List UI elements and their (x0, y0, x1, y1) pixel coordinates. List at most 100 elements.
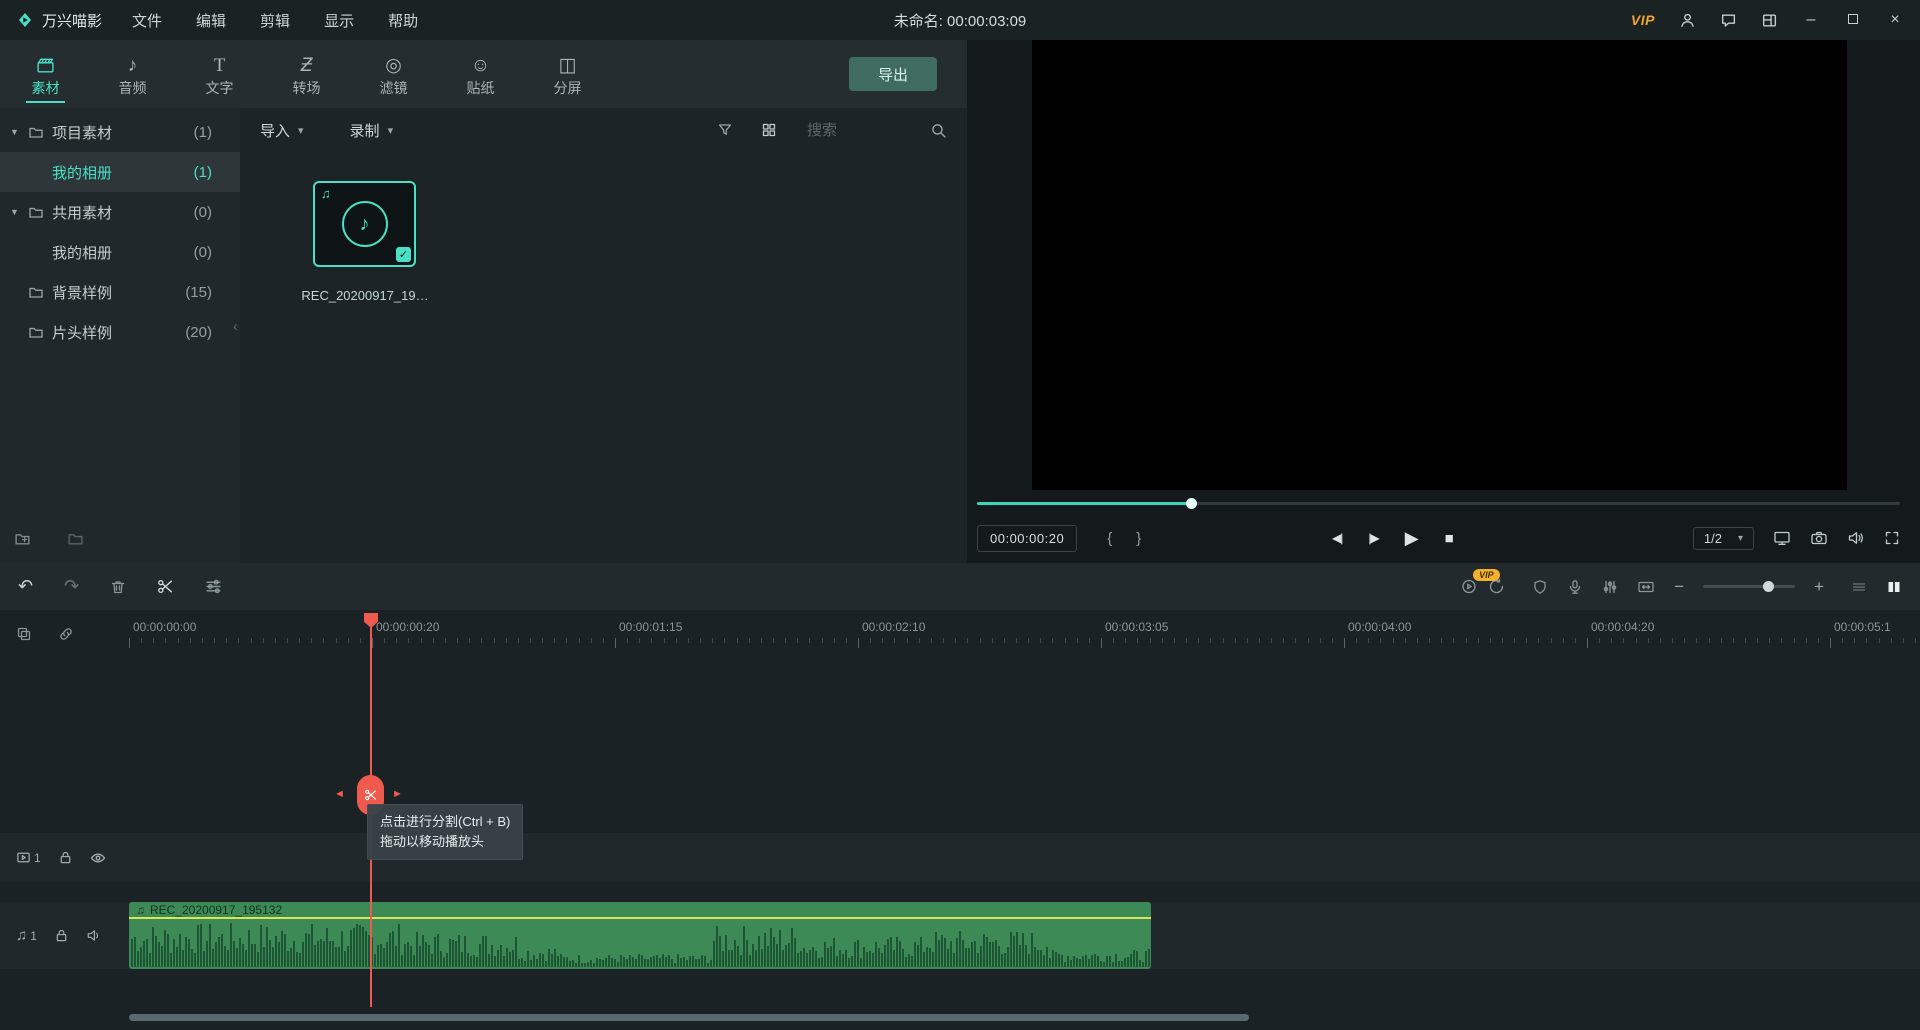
tree-expand-icon[interactable]: ▼ (10, 127, 28, 137)
ruler-tick (1684, 638, 1685, 643)
display-device-icon[interactable] (1773, 530, 1791, 546)
sidebar-item-intro-samples[interactable]: 片头样例 (20) (0, 312, 240, 352)
waveform-bar (167, 934, 169, 967)
close-button[interactable]: × (1886, 11, 1904, 29)
menu-view[interactable]: 显示 (324, 10, 354, 31)
account-icon[interactable] (1679, 12, 1696, 29)
mark-out-button[interactable]: } (1136, 530, 1141, 547)
snapshot-camera-icon[interactable] (1810, 530, 1828, 546)
tab-splitscreen[interactable]: ◫ 分屏 (524, 40, 611, 108)
waveform-bar (1010, 932, 1012, 967)
tab-transition[interactable]: Ƶ 转场 (263, 40, 350, 108)
lock-icon[interactable] (58, 850, 73, 865)
mark-in-button[interactable]: { (1107, 530, 1112, 547)
record-dropdown[interactable]: 录制 ▾ (350, 120, 394, 141)
fit-timeline-icon[interactable] (1637, 579, 1655, 595)
menu-clip[interactable]: 剪辑 (260, 10, 290, 31)
waveform-bar (212, 949, 214, 967)
feedback-icon[interactable] (1720, 12, 1737, 29)
zoom-in-icon[interactable]: + (1814, 577, 1824, 597)
audio-clip[interactable]: ♫ REC_20200917_195132 (129, 902, 1151, 969)
sidebar-item-project-media[interactable]: ▼ 项目素材 (1) (0, 112, 240, 152)
waveform-bar (500, 945, 502, 967)
tab-sticker[interactable]: ☺ 贴纸 (437, 40, 524, 108)
ruler-tick (931, 638, 932, 643)
waveform-bar (836, 956, 838, 967)
waveform-bar (731, 950, 733, 967)
manage-tracks-icon[interactable] (16, 626, 32, 642)
maximize-button[interactable] (1844, 11, 1862, 29)
mute-speaker-icon[interactable] (86, 928, 102, 943)
play-button[interactable]: ▶ (1405, 528, 1419, 549)
waveform-bar (320, 939, 322, 967)
search-input[interactable] (807, 122, 897, 139)
marker-icon[interactable] (1532, 579, 1548, 595)
vip-badge[interactable]: VIP (1631, 12, 1655, 28)
link-clips-icon[interactable] (58, 626, 74, 642)
workspace-layout-icon[interactable] (1761, 12, 1778, 29)
stop-button[interactable]: ■ (1445, 530, 1454, 547)
volume-icon[interactable] (1847, 530, 1865, 546)
sidebar-item-my-album[interactable]: 我的相册 (1) (0, 152, 240, 192)
waveform-bar (266, 927, 268, 967)
tab-media[interactable]: 素材 (2, 40, 89, 108)
ruler-tick (603, 638, 604, 643)
sidebar-item-shared-media[interactable]: ▼ 共用素材 (0) (0, 192, 240, 232)
selected-checkbox[interactable]: ✓ (396, 247, 411, 262)
delete-icon[interactable] (110, 579, 126, 595)
filter-icon[interactable] (717, 122, 733, 138)
media-item-thumbnail[interactable]: ♫ ♪ ✓ (313, 181, 416, 267)
collapse-panel-icon[interactable]: ‹ (233, 318, 238, 335)
delete-folder-icon[interactable] (67, 530, 84, 547)
eye-visibility-icon[interactable] (90, 850, 106, 866)
next-frame-button[interactable]: |▶ (1368, 531, 1378, 545)
waveform-bar (623, 957, 625, 967)
track-rows-view-icon[interactable] (1851, 579, 1867, 595)
sidebar-item-background-samples[interactable]: 背景样例 (15) (0, 272, 240, 312)
preview-quality-select[interactable]: 1/2 ▾ (1693, 527, 1754, 550)
waveform-bar (569, 961, 571, 967)
voiceover-mic-icon[interactable] (1567, 579, 1583, 595)
grid-view-icon[interactable] (761, 122, 777, 138)
tab-text[interactable]: T 文字 (176, 40, 263, 108)
fullscreen-icon[interactable] (1884, 530, 1900, 546)
ruler-tick (822, 638, 823, 643)
ruler-tick (615, 638, 616, 648)
minimize-button[interactable]: – (1802, 11, 1820, 29)
waveform-bar (434, 937, 436, 967)
zoom-slider[interactable] (1703, 585, 1795, 588)
waveform-bar (263, 947, 265, 967)
waveform-bar (560, 954, 562, 967)
clip-volume-line[interactable] (129, 917, 1151, 919)
redo-icon[interactable]: ↷ (64, 576, 79, 597)
menu-edit[interactable]: 编辑 (196, 10, 226, 31)
export-button[interactable]: 导出 (849, 57, 937, 91)
waveform-bar (590, 960, 592, 967)
seek-bar[interactable] (977, 502, 1900, 505)
waveform-bar (386, 942, 388, 967)
render-preview-icon[interactable] (1460, 578, 1478, 595)
horizontal-scrollbar[interactable] (129, 1014, 1249, 1021)
import-label: 导入 (260, 120, 290, 141)
tree-expand-icon[interactable]: ▼ (10, 207, 28, 217)
menu-help[interactable]: 帮助 (388, 10, 418, 31)
zoom-slider-handle[interactable] (1763, 581, 1774, 592)
track-columns-view-icon[interactable] (1886, 579, 1902, 595)
undo-icon[interactable]: ↶ (18, 576, 33, 597)
search-icon[interactable] (930, 122, 947, 139)
tab-audio[interactable]: ♪ 音频 (89, 40, 176, 108)
zoom-out-icon[interactable]: − (1674, 577, 1684, 597)
import-dropdown[interactable]: 导入 ▾ (260, 120, 304, 141)
menu-file[interactable]: 文件 (132, 10, 162, 31)
waveform-bar (1079, 959, 1081, 967)
new-folder-icon[interactable] (14, 530, 31, 547)
video-track[interactable]: 1 (0, 833, 1920, 882)
tab-filter[interactable]: ◎ 滤镜 (350, 40, 437, 108)
previous-frame-button[interactable]: ◀| (1332, 531, 1342, 545)
sidebar-item-my-album-shared[interactable]: 我的相册 (0) (0, 232, 240, 272)
properties-adjust-icon[interactable] (205, 578, 222, 595)
lock-icon[interactable] (54, 928, 69, 943)
split-scissors-icon[interactable] (157, 578, 174, 595)
seek-handle[interactable] (1186, 498, 1197, 509)
audio-mixer-icon[interactable] (1602, 579, 1618, 595)
